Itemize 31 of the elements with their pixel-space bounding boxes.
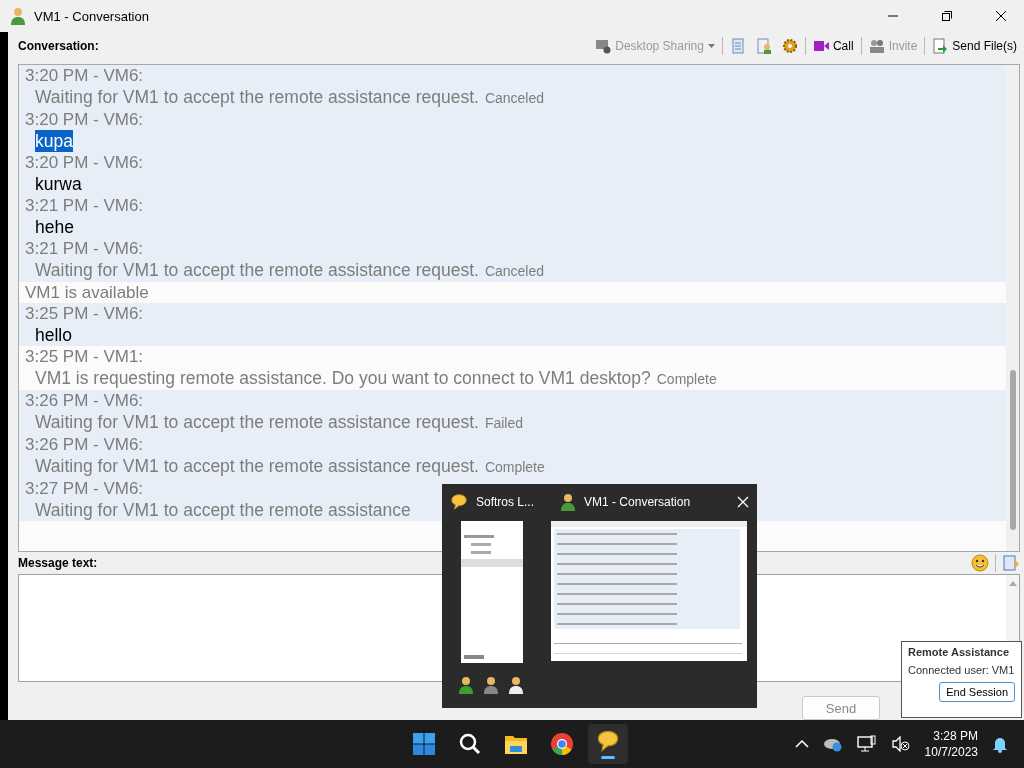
window-title: VM1 - Conversation — [34, 8, 150, 24]
message-header: 3:21 PM - VM6: — [25, 195, 144, 216]
connected-user-text: Connected user: VM1 — [908, 664, 1015, 676]
popup-title: Remote Assistance — [908, 646, 1011, 658]
message-header: 3:26 PM - VM6: — [25, 390, 144, 411]
message-text: Waiting for VM1 to accept the remote assistance request. — [35, 411, 479, 433]
message-text-label: Message text: — [18, 556, 99, 570]
message-header: 3:25 PM - VM1: — [25, 346, 144, 367]
status-label: Canceled — [484, 262, 545, 281]
message-header: 3:27 PM - VM6: — [25, 478, 144, 499]
message-text: Waiting for VM1 to accept the remote assistance request. — [35, 455, 479, 477]
message-text: VM1 is requesting remote assistance. Do you want to connect to VM1 desktop? — [35, 367, 651, 389]
presence-text: VM1 is available — [25, 282, 149, 303]
message-header: 3:20 PM - VM6: — [25, 65, 144, 86]
status-label: Complete — [656, 370, 717, 389]
status-label: Complete — [484, 458, 545, 477]
message-header: 3:20 PM - VM6: — [25, 109, 144, 130]
message-header: 3:21 PM - VM6: — [25, 238, 144, 259]
message-header: 3:26 PM - VM6: — [25, 434, 144, 455]
message-text: hello — [35, 324, 72, 346]
message-text: Waiting for VM1 to accept the remote assistance request. — [35, 259, 479, 281]
status-label: Canceled — [484, 89, 545, 108]
message-header: 3:25 PM - VM6: — [25, 303, 144, 324]
conversation-label: Conversation: — [18, 39, 100, 53]
message-text: Waiting for VM1 to accept the remote assistance request. — [35, 86, 479, 108]
message-header: 3:20 PM - VM6: — [25, 152, 144, 173]
message-text: kupa — [35, 130, 73, 152]
message-text: hehe — [35, 216, 74, 238]
status-label: Failed — [484, 414, 523, 433]
message-text: Waiting for VM1 to accept the remote assistance — [35, 499, 411, 521]
message-text: kurwa — [35, 173, 82, 195]
